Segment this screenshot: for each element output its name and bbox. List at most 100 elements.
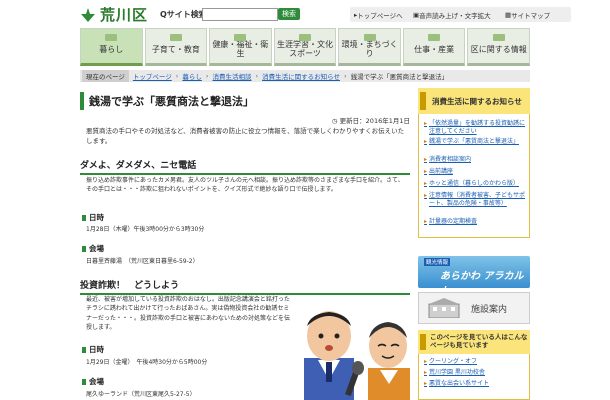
sidebar-link[interactable]: ▸ 出前講座 [424, 168, 528, 176]
sidebar-heading: 消費生活に関するお知らせ [418, 88, 530, 114]
also-viewed-link[interactable]: ▸ 悪質な出会い系サイト [424, 380, 528, 388]
site-logo[interactable]: 荒川区 [80, 4, 148, 25]
search-input[interactable] [202, 8, 278, 21]
arrow-right-icon: ▸ [424, 168, 428, 175]
category-icon [105, 34, 118, 41]
nav-item[interactable]: 子育て・教育 [144, 28, 208, 66]
nav-item-label: 区に関する情報 [470, 44, 527, 54]
illustration-two-men [304, 311, 410, 400]
tourism-banner[interactable]: 観光情報 あらかわ アラカルト [418, 256, 530, 288]
top-page-link[interactable]: ▸ トップページへ [350, 7, 416, 22]
chevron-right-icon: › [175, 72, 179, 80]
sidebar-link[interactable]: ▸ ホッと通信（暮らしのかわら版） [424, 180, 528, 188]
breadcrumb-current-label: 現在のページ [82, 70, 129, 82]
sidebar-link[interactable]: ▸ 消費者相談案内 [424, 156, 528, 164]
also-viewed-link[interactable]: ▸ 荒川学園 黒川功校舎 [424, 369, 528, 377]
site-name: 荒川区 [100, 6, 149, 24]
breadcrumb-item[interactable]: 消費生活相談 [212, 71, 251, 81]
nav-item[interactable]: 生涯学習・文化 スポーツ [273, 28, 337, 66]
breadcrumb-item[interactable]: 暮らし [182, 71, 202, 81]
tourism-banner-tag: 観光情報 [424, 258, 451, 266]
also-viewed-link[interactable]: ▸ クーリング・オフ [424, 358, 528, 366]
venue-heading: 会場 [82, 376, 104, 387]
category-icon [299, 34, 312, 41]
chevron-right-icon: › [343, 72, 347, 80]
sidebar-link-label: ホッと通信（暮らしのかわら版） [429, 180, 520, 187]
breadcrumb: 現在のページ トップページ › 暮らし › 消費生活相談 › 消費生活に関するお知らせ… [80, 70, 530, 82]
nav-item-label: 健康・福祉・衛生 [212, 40, 269, 58]
nav-item[interactable]: 仕事・産業 [402, 28, 466, 66]
event-venue: 尾久ゆーランド（荒川区東尾久5-27-5） [86, 391, 196, 398]
nav-item-label: 暮らし [99, 44, 124, 54]
heading-marker-icon [420, 334, 426, 350]
bullet-square-icon [82, 346, 86, 353]
arrow-right-icon: ▸ [424, 120, 428, 127]
tourism-banner-text: あらかわ アラカルト [440, 271, 524, 288]
sidebar-link-label: 出前講座 [429, 168, 454, 175]
chevron-right-icon: › [255, 72, 259, 80]
sitemap-link[interactable]: ▦ サイトマップ [501, 7, 571, 22]
nav-item[interactable]: 環境・まちづくり [338, 28, 401, 66]
arrow-right-icon: ▸ [424, 138, 428, 145]
breadcrumb-current: 銭湯で学ぶ「悪質商法と撃退法」 [350, 73, 449, 81]
sidebar-link[interactable]: ▸ 計量器の定期検査 [424, 218, 528, 226]
breadcrumb-item[interactable]: トップページ [133, 71, 172, 81]
global-nav: 暮らし 子育て・教育 健康・福祉・衛生 生涯学習・文化 スポーツ 環境・まちづくり 仕事・… [80, 28, 531, 66]
updated-date: ◷ 更新日：2016年1月1日 [331, 117, 410, 125]
event-date: 1月28日（木曜）午後3時00分から3時30分 [86, 226, 205, 233]
category-icon [234, 34, 247, 41]
bullet-square-icon [82, 214, 86, 221]
nav-item[interactable]: 区に関する情報 [467, 28, 531, 66]
nav-item-label: 生涯学習・文化 スポーツ [277, 40, 334, 58]
breadcrumb-item[interactable]: 消費生活に関するお知らせ [262, 71, 340, 81]
page-title: 銭湯で学ぶ「悪質商法と撃退法」 [80, 92, 410, 110]
also-viewed-link-label: クーリング・オフ [429, 358, 478, 365]
date-heading: 日時 [82, 212, 104, 223]
category-icon [169, 34, 182, 41]
arrow-right-icon: ▸ [424, 380, 428, 387]
facility-banner[interactable]: 施設案内 [418, 292, 530, 324]
sidebar-link-label: 計量器の定期検査 [429, 218, 478, 225]
also-viewed-link-label: 悪質な出会い系サイト [429, 380, 490, 387]
nav-item[interactable]: 暮らし [80, 28, 143, 66]
bullet-square-icon [82, 245, 86, 252]
building-icon [428, 298, 460, 318]
section-text: 振り込め詐欺事件にあったカメ男君。友人のツル子さんの元へ相談。振り込め詐欺等のさ… [86, 177, 404, 194]
section-text: 最近、被害が増加している投資詐欺のおはなし。出版記念講演会と銘打ったチラシに誘わ… [86, 296, 291, 331]
sidebar-link[interactable]: ▸ 銭湯で学ぶ「悪質商法と撃退法」 [424, 138, 528, 146]
sidebar-link-label: 銭湯で学ぶ「悪質商法と撃退法」 [429, 138, 520, 145]
voice-zoom-link[interactable]: ▣ 音声読み上げ・文字拡大 [409, 7, 508, 22]
heading-marker-icon [420, 92, 426, 110]
venue-heading: 会場 [82, 243, 104, 254]
arrow-right-icon: ▸ [424, 218, 428, 225]
category-icon [492, 34, 505, 41]
nav-item[interactable]: 健康・福祉・衛生 [209, 28, 272, 66]
sidebar-link-label: 注意情報（消費者被害、子どもサポート、製品の危険・事故等） [429, 192, 526, 208]
clock-icon: ◷ [331, 117, 340, 125]
sidebar-link-label: 「依然過量」を勧誘する投資勧誘に注意してください [429, 120, 526, 136]
sidebar-link[interactable]: ▸ 注意情報（消費者被害、子どもサポート、製品の危険・事故等） [424, 192, 528, 208]
chevron-right-icon: › [205, 72, 209, 80]
arrow-right-icon: ▸ [424, 369, 428, 376]
section-heading: ダメよ、ダメダメ、ニセ電話 [80, 158, 410, 175]
date-heading: 日時 [82, 344, 104, 355]
nav-item-label: 仕事・産業 [414, 44, 455, 54]
nav-item-label: 環境・まちづくり [341, 40, 398, 58]
arrow-right-icon: ▸ [424, 156, 428, 163]
facility-banner-text: 施設案内 [471, 305, 508, 315]
search-label: Qサイト検索 [160, 10, 207, 19]
nav-item-label: 子育て・教育 [151, 44, 200, 54]
search-button[interactable]: 検索 [278, 8, 300, 20]
logo-mark-icon [81, 7, 95, 22]
sidebar-link-label: 消費者相談案内 [429, 156, 472, 163]
sidebar-link[interactable]: ▸ 「依然過量」を勧誘する投資勧誘に注意してください [424, 120, 528, 136]
also-viewed-link-label: 荒川学園 黒川功校舎 [429, 369, 485, 376]
intro-text: 悪質商法の手口やその対処法など、消費者被害の防止に役立つ情報を、落語で楽しくわか… [86, 127, 405, 145]
bullet-square-icon [82, 378, 86, 385]
event-venue: 日暮里斉藤湯 （荒川区東日暮里6-59-2） [86, 258, 199, 265]
also-viewed-heading: このページを見ている人はこんなページも見ています [418, 330, 530, 354]
category-icon [428, 34, 441, 41]
arrow-right-icon: ▸ [424, 180, 428, 187]
arrow-right-icon: ▸ [424, 358, 428, 365]
category-icon [363, 34, 376, 41]
